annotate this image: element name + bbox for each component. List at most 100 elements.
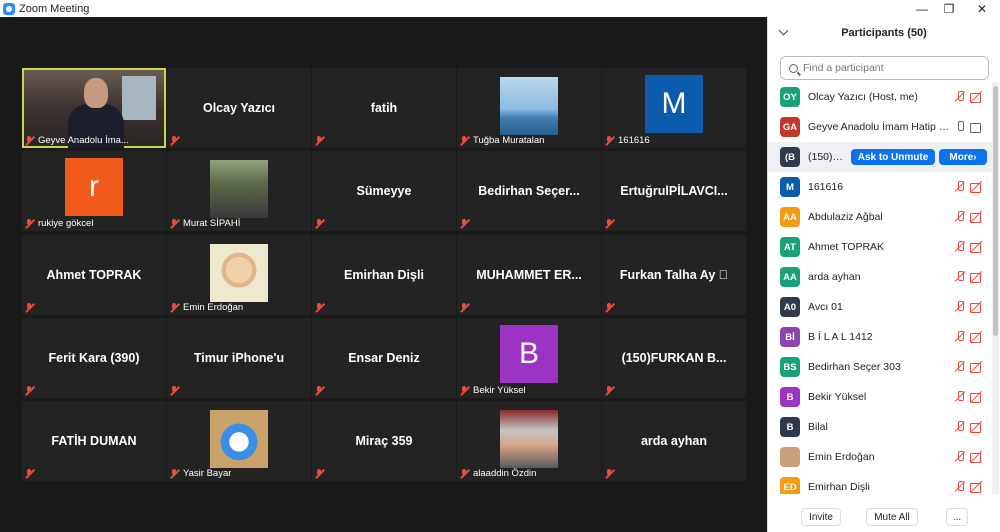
mic-muted-icon[interactable] <box>954 481 966 493</box>
camera-off-icon[interactable] <box>970 361 984 373</box>
participant-tile[interactable]: r rukiye gökcel <box>22 151 166 231</box>
participant-row[interactable]: OY Olcay Yazıcı (Host, me) <box>768 82 994 112</box>
participant-row[interactable]: AT Ahmet TOPRAK <box>768 232 994 262</box>
participants-panel: Participants (50) OY Olcay Yazıcı (Host, … <box>767 17 1000 532</box>
participant-tile[interactable]: Sümeyye <box>312 151 456 231</box>
invite-button[interactable]: Invite <box>801 508 841 526</box>
participant-tile[interactable]: Bedirhan Seçer... <box>457 151 601 231</box>
participant-avatar: OY <box>780 87 800 107</box>
mic-muted-icon[interactable] <box>954 271 966 283</box>
participant-row[interactable]: ED Emirhan Dişli <box>768 472 994 494</box>
participants-title: Participants (50) <box>841 27 927 39</box>
ask-to-unmute-button[interactable]: Ask to Unmute <box>851 149 935 165</box>
participant-name: (150)FURKAN B... <box>621 351 727 365</box>
mic-muted-icon[interactable] <box>954 301 966 313</box>
participant-tile[interactable]: (150)FURKAN B... <box>602 318 746 398</box>
camera-icon[interactable] <box>970 121 984 133</box>
mic-muted-icon[interactable] <box>954 331 966 343</box>
camera-off-icon[interactable] <box>970 481 984 493</box>
participant-tile[interactable]: Timur iPhone'u <box>167 318 311 398</box>
tile-caption: rukiye gökcel <box>24 218 93 229</box>
mic-muted-icon[interactable] <box>954 241 966 253</box>
participant-tile[interactable]: Miraç 359 <box>312 401 456 481</box>
participant-name: Sümeyye <box>356 184 412 198</box>
participant-name: (150)FU... <box>808 151 848 163</box>
participant-row[interactable]: AA Abdulaziz Ağbal <box>768 202 994 232</box>
camera-off-icon[interactable] <box>970 241 984 253</box>
caption-name: alaaddin Özdin <box>473 468 537 479</box>
mute-all-button[interactable]: Mute All <box>866 508 918 526</box>
chevron-down-icon[interactable] <box>778 25 789 36</box>
participant-name: B İ L A L 1412 <box>808 331 873 343</box>
search-input[interactable] <box>803 62 973 74</box>
participant-name: 161616 <box>808 181 844 193</box>
camera-off-icon[interactable] <box>970 451 984 463</box>
participant-row[interactable]: Emin Erdoğan <box>768 442 994 472</box>
mic-muted-icon <box>169 302 179 313</box>
participant-tile[interactable]: B Bekir Yüksel <box>457 318 601 398</box>
participant-tile[interactable]: FATİH DUMAN <box>22 401 166 481</box>
participant-row[interactable]: Bİ B İ L A L 1412 <box>768 322 994 352</box>
mic-muted-icon <box>459 468 469 479</box>
participant-tile[interactable]: arda ayhan <box>602 401 746 481</box>
participant-row[interactable]: BS Bedirhan Seçer 303 <box>768 352 994 382</box>
participant-tile[interactable]: alaaddin Özdin <box>457 401 601 481</box>
participant-row[interactable]: (B(150)FU...Ask to UnmuteMore › <box>768 142 994 172</box>
participant-avatar: BS <box>780 357 800 377</box>
microphone-icon[interactable] <box>954 121 966 133</box>
mic-muted-icon <box>604 386 614 396</box>
participant-tile[interactable]: Geyve Anadolu İma... <box>22 68 166 148</box>
participant-avatar: Bİ <box>780 327 800 347</box>
maximize-button[interactable]: ❐ <box>934 0 964 17</box>
camera-off-icon[interactable] <box>970 421 984 433</box>
camera-off-icon[interactable] <box>970 91 984 103</box>
camera-off-icon[interactable] <box>970 331 984 343</box>
participant-tile[interactable]: Tuğba Muratalan <box>457 68 601 148</box>
scrollbar-thumb[interactable] <box>993 86 998 336</box>
mic-muted-icon[interactable] <box>954 91 966 103</box>
participant-row[interactable]: B Bilal <box>768 412 994 442</box>
participant-tile[interactable]: Murat SİPAHİ <box>167 151 311 231</box>
participant-tile[interactable]: Emin Erdoğan <box>167 235 311 315</box>
minimize-button[interactable]: — <box>907 0 937 17</box>
participant-tile[interactable]: Olcay Yazıcı <box>167 68 311 148</box>
camera-off-icon[interactable] <box>970 301 984 313</box>
participant-avatar: GA <box>780 117 800 137</box>
camera-off-icon[interactable] <box>970 271 984 283</box>
mic-muted-icon[interactable] <box>954 451 966 463</box>
mic-muted-icon[interactable] <box>954 181 966 193</box>
participant-name: Ferit Kara (390) <box>48 351 140 365</box>
participant-row[interactable]: B Bekir Yüksel <box>768 382 994 412</box>
caption-name: Tuğba Muratalan <box>473 135 545 146</box>
more-options-button[interactable]: ... <box>946 508 968 526</box>
participant-name: Geyve Anadolu İmam Hatip lise... <box>808 121 950 133</box>
participant-tile[interactable]: Yasir Bayar <box>167 401 311 481</box>
participant-row[interactable]: M 161616 <box>768 172 994 202</box>
tile-caption: 161616 <box>604 135 650 146</box>
participant-row[interactable]: A0 Avcı 01 <box>768 292 994 322</box>
participant-tile[interactable]: Furkan Talha Ay ⃞ <box>602 235 746 315</box>
camera-off-icon[interactable] <box>970 181 984 193</box>
participant-tile[interactable]: Ahmet TOPRAK <box>22 235 166 315</box>
participant-tile[interactable]: Emirhan Dişli <box>312 235 456 315</box>
participant-tile[interactable]: M 161616 <box>602 68 746 148</box>
mic-muted-icon[interactable] <box>954 421 966 433</box>
participant-row[interactable]: AA arda ayhan <box>768 262 994 292</box>
more-button[interactable]: More › <box>939 149 987 165</box>
participant-tile[interactable]: MUHAMMET ER... <box>457 235 601 315</box>
tile-caption <box>459 219 473 229</box>
participant-search[interactable] <box>780 56 989 80</box>
mic-muted-icon[interactable] <box>954 361 966 373</box>
camera-off-icon[interactable] <box>970 391 984 403</box>
mic-muted-icon[interactable] <box>954 211 966 223</box>
participant-tile[interactable]: Ensar Deniz <box>312 318 456 398</box>
participant-tile[interactable]: Ferit Kara (390) <box>22 318 166 398</box>
participant-tile[interactable]: ErtuğrulPİLAVCI... <box>602 151 746 231</box>
tile-caption <box>604 219 618 229</box>
participant-tile[interactable]: fatih <box>312 68 456 148</box>
participant-row[interactable]: GA Geyve Anadolu İmam Hatip lise... <box>768 112 994 142</box>
participant-name: arda ayhan <box>640 434 707 448</box>
mic-muted-icon[interactable] <box>954 391 966 403</box>
camera-off-icon[interactable] <box>970 211 984 223</box>
close-button[interactable]: ✕ <box>967 0 997 17</box>
